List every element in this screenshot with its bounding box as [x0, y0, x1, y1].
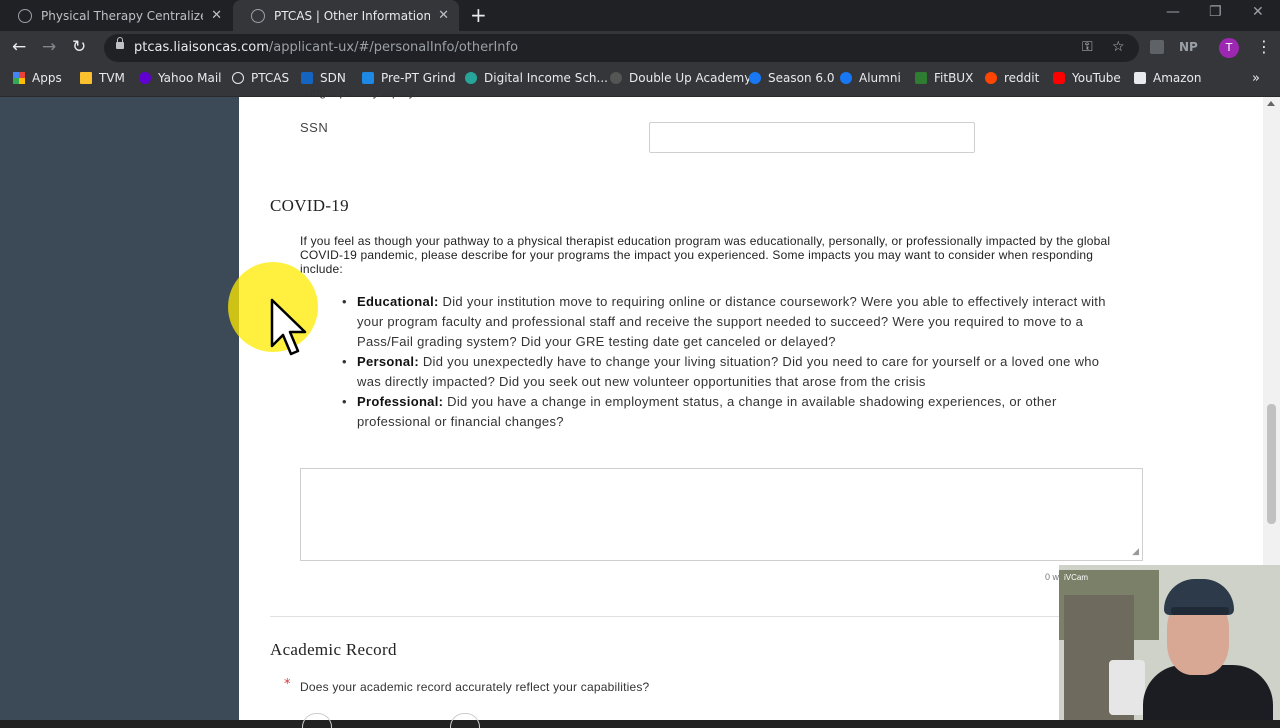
required-marker: * — [284, 677, 291, 692]
bookmarks-bar: Apps TVM Yahoo Mail PTCAS SDN Pre-PT Gri… — [0, 65, 1280, 97]
bookmark-sdn[interactable]: SDN — [301, 71, 346, 85]
close-icon[interactable]: ✕ — [211, 8, 222, 23]
np-extension-icon[interactable]: NP — [1179, 40, 1198, 54]
webcam-fan — [1109, 660, 1145, 715]
word-count: 0 w — [1045, 572, 1060, 582]
bookmark-yahoo-mail[interactable]: Yahoo Mail — [139, 71, 222, 85]
sdn-icon — [301, 72, 313, 84]
fitbux-icon — [915, 72, 927, 84]
lock-icon — [116, 37, 124, 49]
radio-no[interactable] — [450, 713, 480, 728]
tab-strip: Physical Therapy Centralized App ✕ PTCAS… — [0, 0, 1280, 31]
scroll-up-icon[interactable] — [1267, 101, 1275, 106]
covid-section-title: COVID-19 — [270, 196, 349, 215]
key-icon[interactable]: ⚿ — [1082, 39, 1093, 55]
reload-icon[interactable]: ↻ — [72, 37, 86, 57]
bookmark-double-up-academy[interactable]: Double Up Academy — [610, 71, 751, 85]
webcam-hat-brim — [1171, 607, 1229, 615]
bookmark-alumni[interactable]: Alumni — [840, 71, 901, 85]
webcam-overlay: iVCam — [1059, 565, 1280, 720]
bookmark-digital-income[interactable]: Digital Income Sch... — [465, 71, 608, 85]
section-divider — [270, 616, 1070, 617]
bookmark-youtube[interactable]: YouTube — [1053, 71, 1121, 85]
extension-icon[interactable] — [1150, 40, 1164, 54]
forward-arrow-icon[interactable]: → — [42, 37, 56, 57]
youtube-icon — [1053, 72, 1065, 84]
digital-income-icon — [465, 72, 477, 84]
list-item: Personal: Did you unexpectedly have to c… — [339, 352, 1109, 392]
double-up-icon — [610, 72, 622, 84]
tab-title: Physical Therapy Centralized App — [41, 8, 203, 23]
cutoff-text: ...ing... pr... ...y ...p...y — [300, 85, 415, 99]
bookmark-reddit[interactable]: reddit — [985, 71, 1039, 85]
ssn-input[interactable] — [649, 122, 975, 153]
left-navigation-panel — [0, 97, 239, 720]
scroll-thumb[interactable] — [1267, 404, 1276, 524]
apps-grid-icon — [13, 72, 25, 84]
restore-icon[interactable]: ❐ — [1209, 4, 1222, 20]
covid-intro-text: If you feel as though your pathway to a … — [300, 234, 1111, 276]
bookmark-tvm[interactable]: TVM — [80, 71, 125, 85]
yahoo-icon — [139, 72, 151, 84]
profile-avatar[interactable]: T — [1219, 38, 1239, 58]
covid-response-textarea[interactable]: ◢ — [300, 468, 1143, 561]
bookmark-season-6[interactable]: Season 6.0 — [749, 71, 834, 85]
window-close-icon[interactable]: ✕ — [1252, 4, 1264, 20]
bookmark-amazon[interactable]: Amazon — [1134, 71, 1202, 85]
browser-toolbar: ← → ↻ ptcas.liaisoncas.com/applicant-ux/… — [0, 31, 1280, 65]
amazon-icon — [1134, 72, 1146, 84]
academic-record-question: Does your academic record accurately ref… — [300, 680, 650, 694]
address-bar[interactable]: ptcas.liaisoncas.com/applicant-ux/#/pers… — [104, 34, 1139, 62]
minimize-icon[interactable]: — — [1166, 4, 1180, 20]
resize-handle-icon[interactable]: ◢ — [1132, 547, 1139, 557]
star-icon[interactable]: ☆ — [1112, 39, 1125, 55]
pre-pt-grind-icon — [362, 72, 374, 84]
academic-record-title: Academic Record — [270, 640, 397, 659]
webcam-tag: iVCam — [1064, 573, 1089, 582]
facebook-icon — [840, 72, 852, 84]
url-text[interactable]: ptcas.liaisoncas.com/applicant-ux/#/pers… — [134, 40, 518, 55]
more-bookmarks-icon[interactable]: » — [1252, 71, 1260, 86]
bookmark-apps[interactable]: Apps — [13, 71, 62, 85]
radio-yes[interactable] — [302, 713, 332, 728]
list-item: Professional: Did you have a change in e… — [339, 392, 1109, 432]
globe-icon — [232, 72, 244, 84]
globe-icon — [251, 8, 265, 23]
tab-ptcas-home[interactable]: Physical Therapy Centralized App ✕ — [0, 0, 232, 31]
list-item: Educational: Did your institution move t… — [339, 292, 1109, 352]
menu-icon[interactable]: ⋮ — [1256, 37, 1272, 56]
close-icon[interactable]: ✕ — [438, 8, 449, 23]
bookmark-fitbux[interactable]: FitBUX — [915, 71, 973, 85]
bookmark-ptcas[interactable]: PTCAS — [232, 71, 289, 85]
folder-icon — [80, 72, 92, 84]
tab-title: PTCAS | Other Information Sectio — [274, 8, 431, 23]
tab-other-information[interactable]: PTCAS | Other Information Sectio ✕ — [233, 0, 459, 31]
new-tab-button[interactable]: + — [470, 3, 487, 27]
back-arrow-icon[interactable]: ← — [12, 37, 26, 57]
facebook-icon — [749, 72, 761, 84]
globe-icon — [18, 8, 32, 23]
covid-impact-list: Educational: Did your institution move t… — [339, 292, 1109, 432]
mouse-pointer-icon — [270, 298, 307, 356]
reddit-icon — [985, 72, 997, 84]
ssn-label: SSN — [300, 120, 329, 135]
bookmark-pre-pt-grind[interactable]: Pre-PT Grind — [362, 71, 456, 85]
